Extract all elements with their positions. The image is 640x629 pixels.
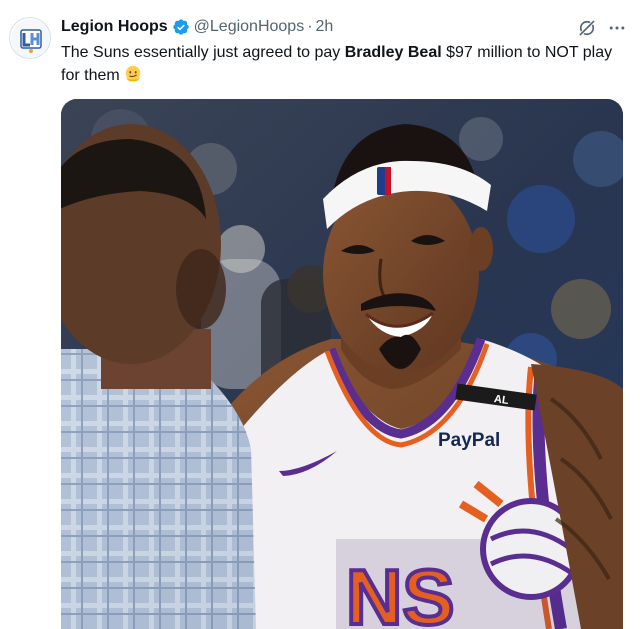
tweet-header: Legion Hoops @LegionHoops · 2h (61, 16, 333, 38)
avatar[interactable] (9, 17, 51, 59)
tweet-text-part: The Suns essentially just agreed to pay (61, 44, 345, 61)
jersey-lettering: NS (346, 553, 454, 629)
verified-badge-icon[interactable] (172, 18, 190, 36)
author-name[interactable]: Legion Hoops (61, 18, 168, 36)
author-handle[interactable]: @LegionHoops (194, 18, 305, 36)
melting-face-emoji (124, 65, 142, 83)
tweet-photo[interactable]: AL PayPal NS (61, 99, 623, 629)
more-icon[interactable] (604, 17, 630, 39)
tweet[interactable]: Legion Hoops @LegionHoops · 2h The Suns … (0, 0, 640, 629)
separator-dot: · (307, 18, 313, 35)
grok-icon[interactable] (576, 17, 598, 39)
legion-hoops-logo (11, 19, 50, 58)
jersey-patch-label: AL (493, 393, 509, 407)
jersey-sponsor-label: PayPal (438, 430, 500, 451)
timestamp[interactable]: 2h (316, 18, 334, 36)
tweet-text-mention: Bradley Beal (344, 44, 442, 61)
tweet-text: The Suns essentially just agreed to pay … (61, 41, 621, 87)
player-photo: AL PayPal NS (61, 99, 623, 629)
